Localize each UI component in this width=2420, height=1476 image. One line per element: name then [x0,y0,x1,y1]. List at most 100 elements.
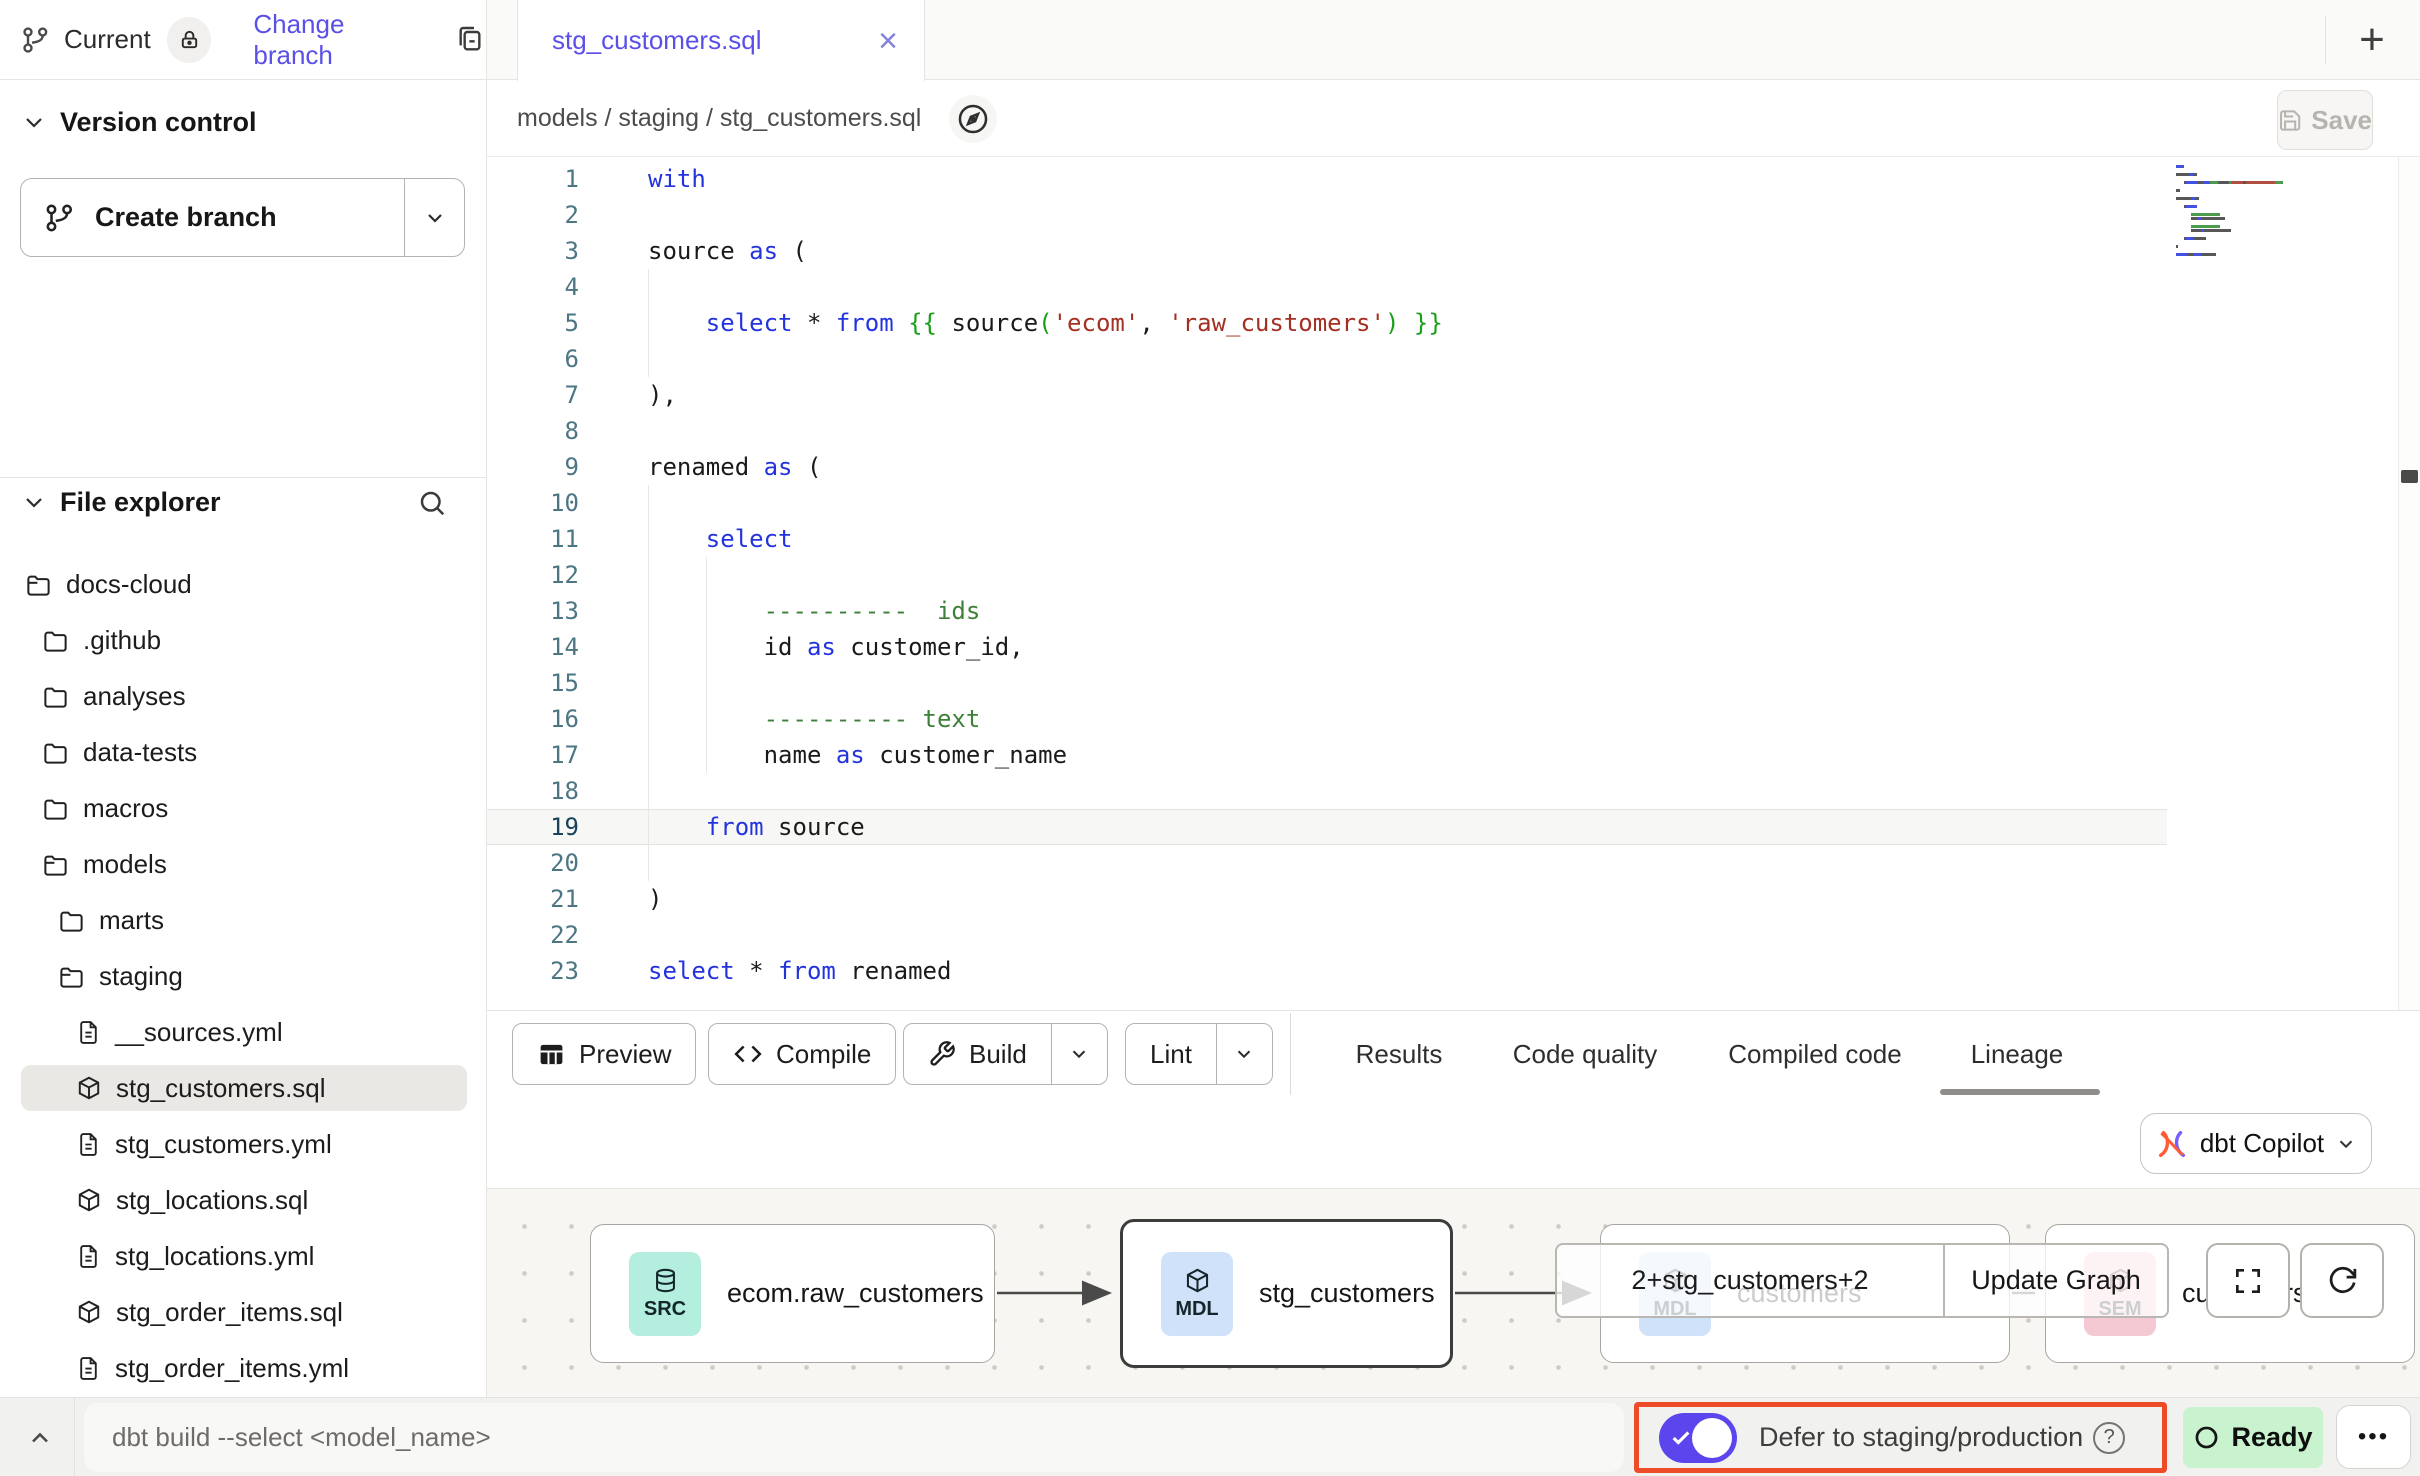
code-line-11[interactable]: 11 select [487,521,2167,557]
save-icon [2278,107,2302,134]
file-label: stg_locations.sql [116,1185,308,1216]
file-tree-item-stg-order-items-sql[interactable]: stg_order_items.sql [0,1284,486,1340]
file-tree-item-stg-order-items-yml[interactable]: stg_order_items.yml [0,1340,486,1396]
panel-tab-compiled-code[interactable]: Compiled code [1728,1011,1901,1097]
help-icon[interactable]: ? [2093,1422,2125,1454]
lint-dropdown[interactable] [1216,1024,1272,1084]
build-dropdown[interactable] [1051,1024,1107,1084]
lineage-node-stg-customers[interactable]: MDL stg_customers [1120,1219,1453,1368]
scrollbar-thumb[interactable] [2401,470,2418,483]
copy-branch-icon[interactable] [454,24,486,56]
code-line-8[interactable]: 8 [487,413,2167,449]
lint-main[interactable]: Lint [1126,1024,1216,1084]
command-input[interactable]: dbt build --select <model_name> [84,1403,1624,1472]
code-line-13[interactable]: 13 ---------- ids [487,593,2167,629]
status-bar-divider [74,1398,75,1476]
file-tree-item--sources-yml[interactable]: __sources.yml [0,1004,486,1060]
create-branch-dropdown[interactable] [404,179,464,256]
version-control-title: Version control [60,107,257,138]
version-control-section-header[interactable]: Version control [22,98,257,146]
dbt-copilot-logo-icon [2155,1127,2189,1161]
panel-tab-results[interactable]: Results [1356,1011,1443,1097]
new-tab-button[interactable]: + [2342,14,2402,66]
compile-button[interactable]: Compile [708,1023,896,1085]
code-line-9[interactable]: 9renamed as ( [487,449,2167,485]
file-tree-item-marts[interactable]: marts [0,892,486,948]
code-line-14[interactable]: 14 id as customer_id, [487,629,2167,665]
badge-label: SRC [644,1298,686,1321]
create-branch-button[interactable]: Create branch [20,178,465,257]
code-content: renamed as ( [607,449,2167,485]
code-line-20[interactable]: 20 [487,845,2167,881]
file-label: .github [83,625,161,656]
lint-button[interactable]: Lint [1125,1023,1273,1085]
build-button[interactable]: Build [903,1023,1108,1085]
code-line-16[interactable]: 16 ---------- text [487,701,2167,737]
code-line-7[interactable]: 7), [487,377,2167,413]
change-branch-link[interactable]: Change branch [253,9,426,71]
lineage-node-source[interactable]: SRC ecom.raw_customers [590,1224,995,1363]
code-line-18[interactable]: 18 [487,773,2167,809]
code-line-21[interactable]: 21) [487,881,2167,917]
code-line-12[interactable]: 12 [487,557,2167,593]
code-content [607,485,2167,521]
file-tree-item-analyses[interactable]: analyses [0,668,486,724]
tab-stg-customers-sql[interactable]: stg_customers.sql × [517,0,925,81]
save-button[interactable]: Save [2277,90,2373,150]
branch-bar: Current Change branch [0,0,486,80]
search-icon[interactable] [417,488,447,518]
defer-toggle[interactable] [1659,1413,1737,1463]
preview-button[interactable]: Preview [512,1023,696,1085]
code-line-6[interactable]: 6 [487,341,2167,377]
editor-tab-bar: stg_customers.sql × + [487,0,2420,80]
minimap[interactable] [2176,165,2288,275]
lineage-canvas[interactable]: SRC ecom.raw_customers MDL stg_customers… [487,1188,2420,1397]
refresh-button[interactable] [2300,1243,2384,1318]
file-tree-item-data-tests[interactable]: data-tests [0,724,486,780]
code-content [607,413,2167,449]
node-label: ecom.raw_customers [727,1278,984,1309]
create-branch-main[interactable]: Create branch [21,179,404,256]
file-label: stg_order_items.yml [115,1353,349,1384]
code-content [607,917,2167,953]
file-tree-item-stg-customers-yml[interactable]: stg_customers.yml [0,1116,486,1172]
build-main[interactable]: Build [904,1024,1051,1084]
code-line-23[interactable]: 23select * from renamed [487,953,2167,989]
file-tree-item-models[interactable]: models [0,836,486,892]
code-line-19[interactable]: 19 from source [487,809,2167,845]
file-tree-item-stg-locations-sql[interactable]: stg_locations.sql [0,1172,486,1228]
panel-tab-lineage[interactable]: Lineage [1971,1011,2064,1097]
file-tree-item-macros[interactable]: macros [0,780,486,836]
code-content [607,845,2167,881]
collapse-panel-icon[interactable] [22,1422,58,1454]
update-graph-button[interactable]: Update Graph [1943,1245,2167,1316]
code-line-22[interactable]: 22 [487,917,2167,953]
code-line-2[interactable]: 2 [487,197,2167,233]
code-line-17[interactable]: 17 name as customer_name [487,737,2167,773]
file-explorer-section-header[interactable]: File explorer [22,478,465,526]
fullscreen-icon [2232,1265,2264,1297]
file-tree-item-docs-cloud[interactable]: docs-cloud [0,556,486,612]
line-number: 17 [487,741,607,769]
editor-scrollbar[interactable] [2398,157,2420,1010]
file-tree-item-stg-locations-yml[interactable]: stg_locations.yml [0,1228,486,1284]
code-line-15[interactable]: 15 [487,665,2167,701]
fullscreen-button[interactable] [2206,1243,2290,1318]
code-line-3[interactable]: 3source as ( [487,233,2167,269]
copilot-compass-icon[interactable] [949,95,997,143]
file-tree-item-stg-customers-sql[interactable]: stg_customers.sql [0,1060,486,1116]
code-line-10[interactable]: 10 [487,485,2167,521]
more-options-button[interactable]: ••• [2336,1405,2411,1469]
file-tree-item--github[interactable]: .github [0,612,486,668]
code-line-4[interactable]: 4 [487,269,2167,305]
chevron-down-icon [1233,1043,1255,1065]
code-editor[interactable]: 1with23source as (45 select * from {{ so… [487,157,2420,1010]
lineage-selector-input[interactable]: 2+stg_customers+2 [1557,1245,1943,1316]
dbt-copilot-button[interactable]: dbt Copilot [2140,1113,2372,1174]
close-tab-icon[interactable]: × [878,24,898,58]
code-line-5[interactable]: 5 select * from {{ source('ecom', 'raw_c… [487,305,2167,341]
file-label: docs-cloud [66,569,192,600]
code-line-1[interactable]: 1with [487,161,2167,197]
panel-tab-code-quality[interactable]: Code quality [1513,1011,1658,1097]
file-tree-item-staging[interactable]: staging [0,948,486,1004]
